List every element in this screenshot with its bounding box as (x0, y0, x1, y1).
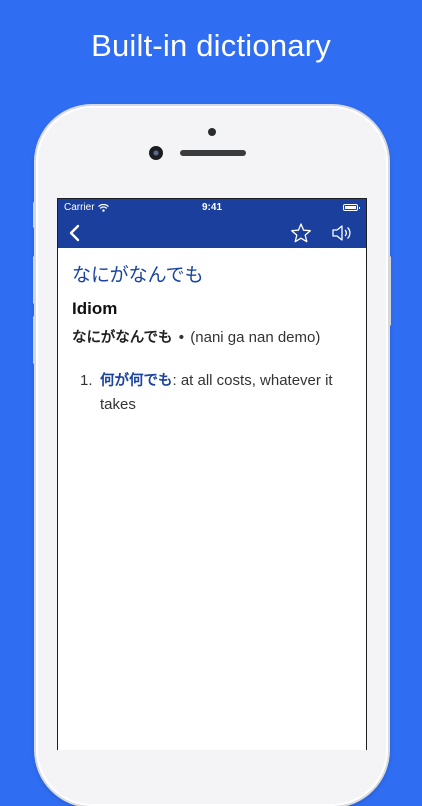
battery-icon (343, 204, 360, 211)
part-of-speech: Idiom (72, 299, 118, 318)
entry-title: なにがなんでも (72, 264, 204, 286)
navigation-bar (58, 217, 366, 248)
sense-body: 何が何でも: at all costs, whatever it takes (100, 369, 350, 417)
status-time: 9:41 (201, 202, 222, 213)
reading-separator: • (177, 330, 186, 346)
volume-down-button (33, 316, 36, 364)
entry-content: なにがなんでも Idiom なにがなんでも • (nani ga nan dem… (58, 260, 366, 417)
star-outline-icon[interactable] (290, 222, 312, 244)
power-button (388, 256, 391, 326)
earpiece-speaker (180, 150, 246, 156)
sense-term-link[interactable]: 何が何でも (100, 373, 173, 389)
chevron-left-icon[interactable] (66, 223, 84, 243)
promo-headline: Built-in dictionary (91, 28, 331, 63)
reading-kana: なにがなんでも (72, 330, 173, 346)
reading-line: なにがなんでも • (nani ga nan demo) (72, 326, 366, 347)
sense-item: 1. 何が何でも: at all costs, whatever it take… (80, 369, 366, 417)
volume-up-button (33, 256, 36, 304)
sense-number: 1. (80, 372, 93, 389)
speaker-icon[interactable] (331, 223, 353, 243)
silent-switch (33, 202, 36, 228)
reading-romaji: (nani ga nan demo) (190, 329, 321, 346)
app-screen: Carrier 9:41 なにがなんでも Idiom なにがなんでも • (na… (57, 198, 367, 750)
proximity-sensor (208, 128, 216, 136)
status-bar: Carrier 9:41 (58, 199, 366, 217)
front-camera (149, 146, 163, 160)
